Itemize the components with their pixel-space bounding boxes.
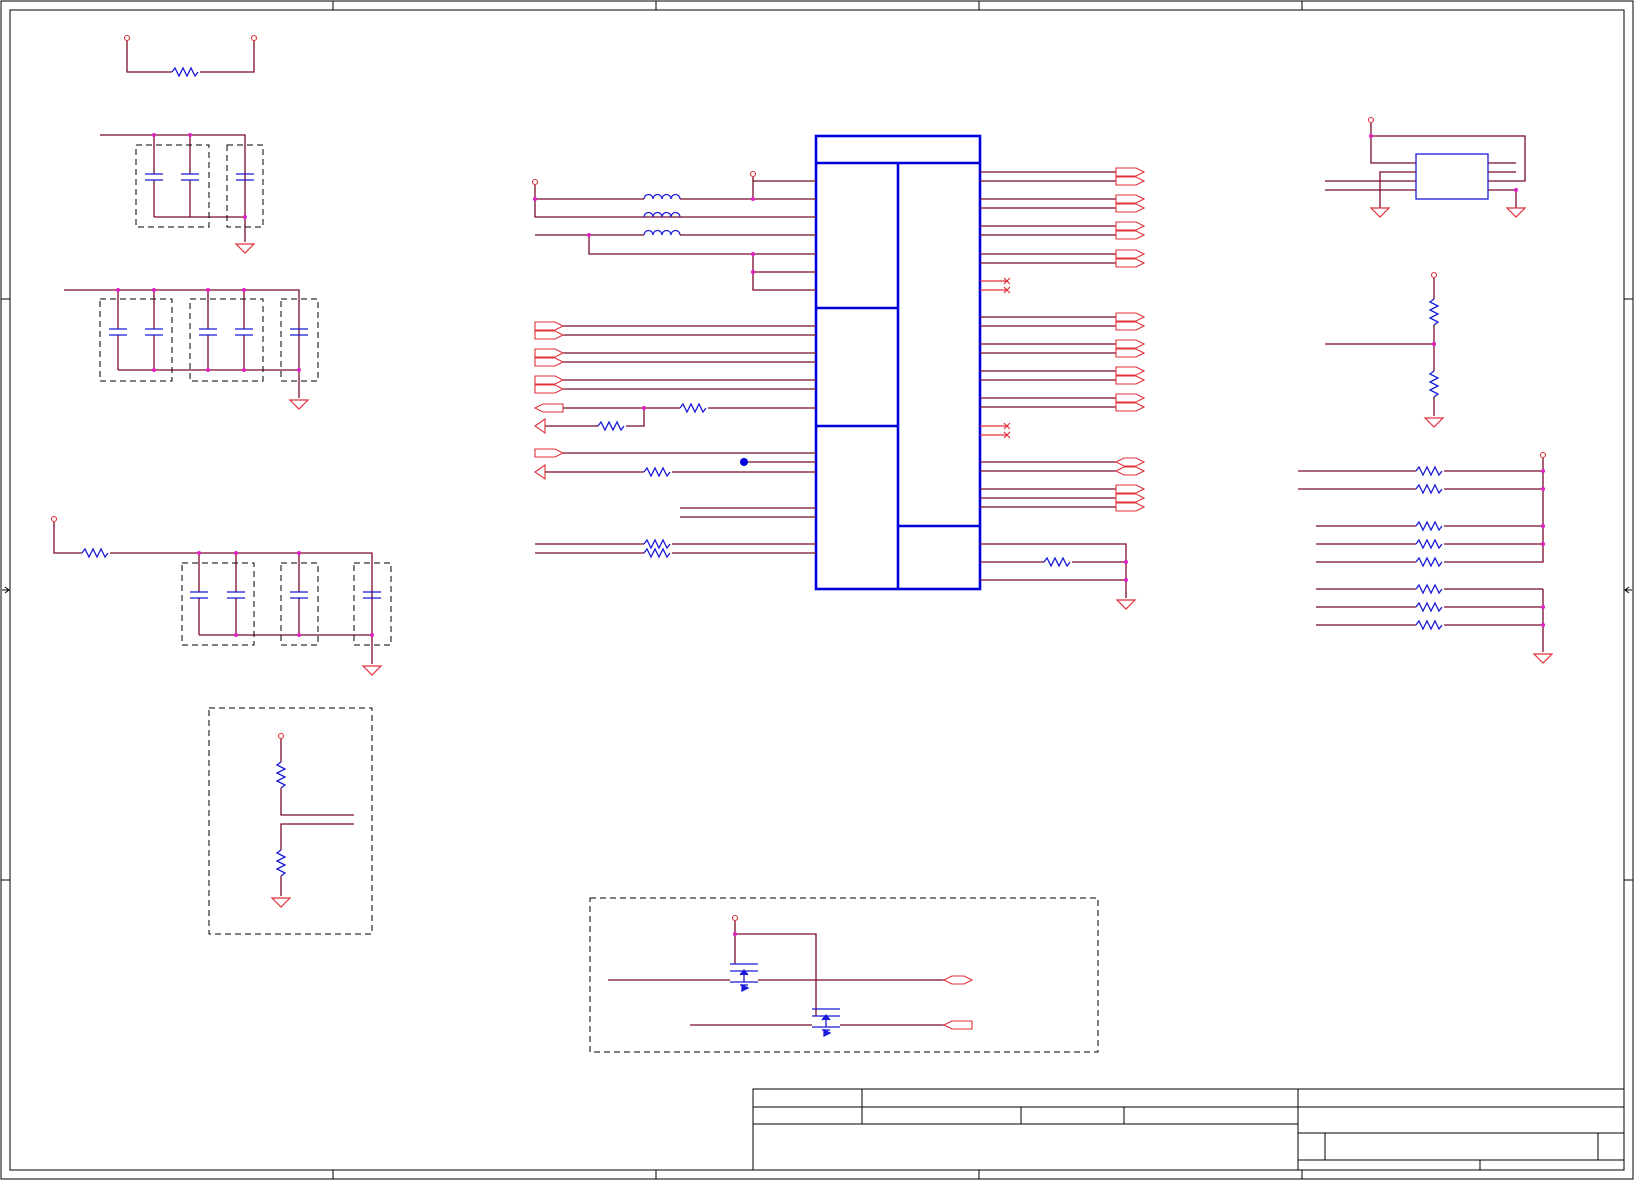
power-link-resistor: [123, 34, 258, 78]
capacitor-icon: [290, 591, 308, 599]
title-block: [752, 1088, 1625, 1171]
inductor-icon: [643, 193, 681, 200]
resistor-icon: [643, 547, 671, 559]
power-pin-icon: [731, 914, 739, 922]
resistor-icon: [1415, 583, 1443, 595]
capacitor-icon: [190, 591, 208, 599]
resistor-icon: [1415, 601, 1443, 613]
divider-block-left: [208, 707, 373, 935]
no-connect-icon: [980, 277, 1011, 439]
resistor-icon: [275, 761, 287, 789]
ground-icon: [270, 897, 292, 908]
divider-right: [1325, 271, 1445, 428]
ic-power-inputs: [531, 170, 816, 291]
small-ic-right: [1325, 116, 1527, 218]
main-ic: [814, 134, 982, 591]
power-pin-icon: [531, 178, 539, 186]
power-pin-icon: [749, 170, 757, 178]
capacitor-icon: [145, 173, 163, 181]
resistor-icon: [1043, 556, 1071, 568]
capacitor-icon: [227, 591, 245, 599]
capacitor-icon: [109, 328, 127, 336]
ground-icon: [361, 665, 383, 676]
power-pin-icon: [1367, 116, 1375, 124]
resistor-icon: [171, 66, 199, 78]
ic-left-ports: [533, 321, 816, 559]
schematic-canvas: [0, 0, 1634, 1180]
capacitor-icon: [235, 328, 253, 336]
resistor-icon: [1415, 520, 1443, 532]
resistor-icon: [643, 466, 671, 478]
decoupling-group-1: [100, 133, 264, 254]
ground-icon: [1115, 599, 1137, 610]
decoupling-group-3: [50, 515, 392, 676]
resistor-icon: [1428, 370, 1440, 398]
power-pin-icon: [123, 34, 131, 42]
resistor-icon: [81, 547, 109, 559]
resistor-icon: [275, 849, 287, 877]
ic-right-ports: [980, 167, 1146, 610]
level-shifter-block: [589, 897, 1099, 1053]
power-pin-icon: [277, 732, 285, 740]
decoupling-group-2: [64, 288, 319, 410]
resistor-icon: [643, 538, 671, 550]
ground-icon: [1423, 417, 1445, 428]
resistor-icon: [597, 420, 625, 432]
resistor-icon: [679, 402, 707, 414]
resistor-icon: [1428, 298, 1440, 326]
capacitor-icon: [145, 328, 163, 336]
ground-icon: [1505, 207, 1527, 218]
ground-icon: [288, 399, 310, 410]
power-pin-icon: [1430, 271, 1438, 279]
resistor-bank-right: [1298, 451, 1554, 664]
ground-icon: [1369, 207, 1391, 218]
ground-icon: [234, 243, 256, 254]
inductor-icon: [643, 211, 681, 218]
ground-icon: [1532, 653, 1554, 664]
resistor-icon: [1415, 465, 1443, 477]
mosfet-icon: [730, 963, 758, 993]
power-pin-icon: [1539, 451, 1547, 459]
capacitor-icon: [181, 173, 199, 181]
resistor-icon: [1415, 619, 1443, 631]
inductor-icon: [643, 229, 681, 236]
power-pin-icon: [250, 34, 258, 42]
resistor-icon: [1415, 483, 1443, 495]
resistor-icon: [1415, 556, 1443, 568]
power-pin-icon: [50, 515, 58, 523]
capacitor-icon: [199, 328, 217, 336]
resistor-icon: [1415, 538, 1443, 550]
